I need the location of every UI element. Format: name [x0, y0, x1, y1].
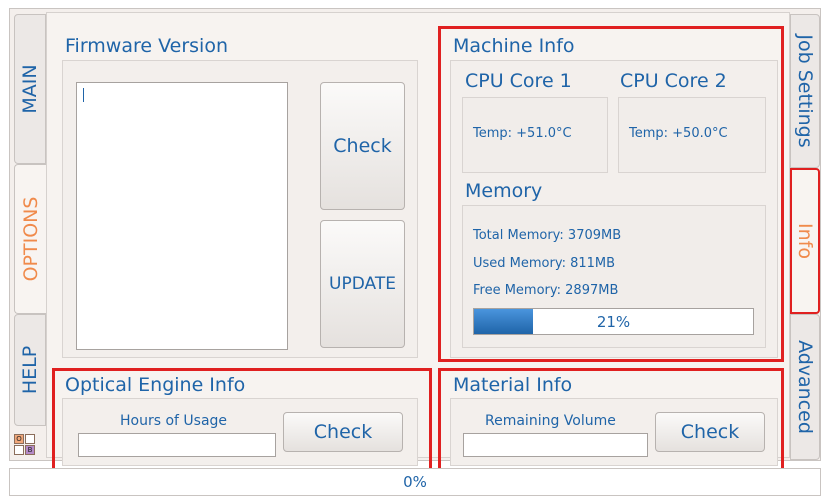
memory-usage-bar: 21%	[473, 308, 754, 335]
memory-used: Used Memory: 811MB	[473, 256, 616, 271]
firmware-text-area[interactable]	[76, 82, 288, 350]
cpu-core-1-label: CPU Core 1	[465, 70, 572, 92]
machine-info-title: Machine Info	[453, 35, 575, 57]
tab-info-label: Info	[794, 223, 816, 259]
memory-usage-percent: 21%	[596, 312, 631, 331]
tab-job-settings-label: Job Settings	[794, 34, 816, 148]
memory-title: Memory	[465, 180, 543, 202]
firmware-title: Firmware Version	[65, 35, 228, 57]
cpu-core-1-temp: Temp: +51.0°C	[473, 126, 572, 141]
legend-badge-o: O	[14, 434, 24, 444]
legend-badge-blank-2	[14, 445, 24, 455]
firmware-check-button[interactable]: Check	[320, 82, 405, 210]
hours-of-usage-label: Hours of Usage	[120, 413, 228, 429]
memory-total: Total Memory: 3709MB	[473, 228, 622, 243]
tab-options[interactable]: OPTIONS	[14, 164, 46, 314]
optical-engine-title: Optical Engine Info	[65, 374, 246, 396]
tab-options-label: OPTIONS	[19, 196, 42, 282]
material-check-button[interactable]: Check	[655, 412, 765, 452]
cpu-core-2-temp: Temp: +50.0°C	[629, 126, 728, 141]
legend-badge-icon: O B	[14, 434, 36, 458]
cpu-core-2-label: CPU Core 2	[620, 70, 727, 92]
optical-check-button[interactable]: Check	[283, 412, 403, 452]
tab-info[interactable]: Info	[790, 168, 820, 314]
firmware-update-button[interactable]: UPDATE	[320, 220, 405, 348]
tab-main-label: MAIN	[19, 64, 41, 114]
job-progress-label: 0%	[403, 473, 427, 491]
job-progress-bar: 0%	[9, 468, 821, 496]
tab-main[interactable]: MAIN	[14, 14, 46, 164]
hours-of-usage-field[interactable]	[78, 433, 276, 457]
tab-advanced[interactable]: Advanced	[790, 314, 820, 460]
remaining-volume-label: Remaining Volume	[485, 413, 616, 429]
legend-badge-b: B	[25, 445, 35, 455]
remaining-volume-field[interactable]	[463, 433, 648, 457]
legend-badge-blank-1	[25, 434, 35, 444]
tab-advanced-label: Advanced	[794, 340, 816, 434]
tab-help[interactable]: HELP	[14, 314, 46, 426]
tab-job-settings[interactable]: Job Settings	[790, 14, 820, 168]
material-info-title: Material Info	[453, 374, 573, 396]
text-cursor	[83, 87, 84, 102]
memory-free: Free Memory: 2897MB	[473, 283, 619, 298]
tab-help-label: HELP	[19, 345, 41, 395]
